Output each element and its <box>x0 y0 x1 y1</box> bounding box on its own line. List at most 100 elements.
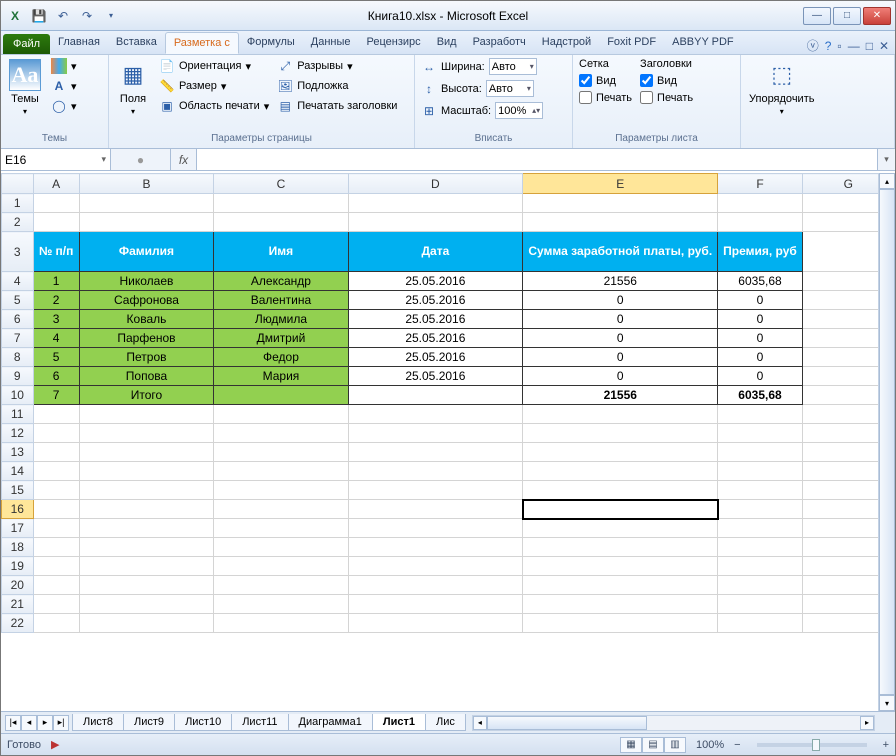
cell[interactable] <box>523 405 718 424</box>
row-header[interactable]: 17 <box>2 519 34 538</box>
cell[interactable] <box>79 213 213 232</box>
cell[interactable] <box>214 405 348 424</box>
cell[interactable] <box>348 500 522 519</box>
cell[interactable] <box>523 443 718 462</box>
cell[interactable]: 21556 <box>523 272 718 291</box>
cell[interactable] <box>33 500 79 519</box>
redo-icon[interactable]: ↷ <box>77 6 97 26</box>
cell[interactable] <box>718 576 802 595</box>
arrange-button[interactable]: ⬚ Упорядочить▾ <box>745 57 818 118</box>
scroll-right-icon[interactable]: ▸ <box>860 716 874 730</box>
cell[interactable]: Дмитрий <box>214 329 348 348</box>
cell[interactable] <box>214 519 348 538</box>
sheet-tab[interactable]: Лист8 <box>72 714 124 731</box>
sheet-tab[interactable]: Лист1 <box>372 714 426 731</box>
cell[interactable] <box>214 595 348 614</box>
tab-nav-prev-icon[interactable]: ◂ <box>21 715 37 731</box>
cell[interactable]: 0 <box>523 329 718 348</box>
cell[interactable]: Людмила <box>214 310 348 329</box>
cell[interactable] <box>523 519 718 538</box>
name-box[interactable]: E16▾ <box>1 149 111 170</box>
cell[interactable]: № п/п <box>33 232 79 272</box>
cell[interactable] <box>718 213 802 232</box>
cell[interactable] <box>523 614 718 633</box>
print-titles-button[interactable]: ▤Печатать заголовки <box>275 97 399 115</box>
cell[interactable] <box>348 443 522 462</box>
zoom-slider[interactable] <box>757 743 867 747</box>
doc-restore-icon[interactable]: □ <box>866 39 873 53</box>
cell[interactable] <box>718 424 802 443</box>
cell[interactable] <box>348 481 522 500</box>
sheet-tab[interactable]: Лист9 <box>123 714 175 731</box>
file-tab[interactable]: Файл <box>3 34 50 54</box>
cell[interactable] <box>348 213 522 232</box>
cell[interactable] <box>523 213 718 232</box>
sheet-tab[interactable]: Лист10 <box>174 714 232 731</box>
row-header[interactable]: 1 <box>2 194 34 213</box>
minimize-button[interactable]: — <box>803 7 831 25</box>
cell[interactable] <box>79 519 213 538</box>
cell[interactable] <box>79 443 213 462</box>
row-header[interactable]: 7 <box>2 329 34 348</box>
cell[interactable] <box>33 213 79 232</box>
scroll-up-icon[interactable]: ▴ <box>879 173 895 189</box>
cell[interactable]: 0 <box>523 367 718 386</box>
cell[interactable]: 2 <box>33 291 79 310</box>
cell[interactable]: 0 <box>718 348 802 367</box>
ribbon-tab-3[interactable]: Формулы <box>239 32 303 54</box>
row-header[interactable]: 15 <box>2 481 34 500</box>
fit-height-combo[interactable]: Авто▾ <box>486 80 534 97</box>
ribbon-tab-1[interactable]: Вставка <box>108 32 165 54</box>
col-header-A[interactable]: A <box>33 174 79 194</box>
cell[interactable] <box>214 424 348 443</box>
row-header[interactable]: 10 <box>2 386 34 405</box>
qat-customize-icon[interactable]: ▾ <box>101 6 121 26</box>
cell[interactable] <box>33 443 79 462</box>
cell[interactable] <box>348 576 522 595</box>
cell[interactable] <box>523 576 718 595</box>
row-header[interactable]: 4 <box>2 272 34 291</box>
vscroll-thumb[interactable] <box>879 189 895 695</box>
macro-record-icon[interactable]: ▶ <box>51 738 59 751</box>
background-button[interactable]: 🖼Подложка <box>275 77 399 95</box>
ribbon-tab-0[interactable]: Главная <box>50 32 108 54</box>
cell[interactable] <box>79 462 213 481</box>
cell[interactable] <box>33 424 79 443</box>
cell[interactable] <box>33 614 79 633</box>
formula-input[interactable] <box>197 149 877 170</box>
theme-fonts-button[interactable]: A▾ <box>49 77 79 95</box>
row-header[interactable]: 18 <box>2 538 34 557</box>
cell[interactable] <box>33 481 79 500</box>
scale-spinner[interactable]: 100%▴▾ <box>495 102 543 119</box>
cell[interactable] <box>79 538 213 557</box>
cell[interactable] <box>718 538 802 557</box>
horizontal-scrollbar[interactable]: ◂ ▸ <box>472 715 875 731</box>
maximize-button[interactable]: □ <box>833 7 861 25</box>
gridlines-view-checkbox[interactable]: Вид <box>577 73 634 88</box>
scroll-left-icon[interactable]: ◂ <box>473 716 487 730</box>
save-icon[interactable]: 💾 <box>29 6 49 26</box>
cell[interactable] <box>348 462 522 481</box>
cell[interactable]: 25.05.2016 <box>348 310 522 329</box>
row-header[interactable]: 20 <box>2 576 34 595</box>
cell[interactable]: 6035,68 <box>718 272 802 291</box>
doc-close-icon[interactable]: ✕ <box>879 39 889 53</box>
cell[interactable] <box>348 194 522 213</box>
cell[interactable] <box>718 557 802 576</box>
cell[interactable] <box>523 595 718 614</box>
cell[interactable] <box>348 614 522 633</box>
cell[interactable]: Сафронова <box>79 291 213 310</box>
col-header-E[interactable]: E <box>523 174 718 194</box>
spreadsheet-grid[interactable]: ABCDEFG123№ п/пФамилияИмяДатаСумма зараб… <box>1 173 895 711</box>
cell[interactable]: 0 <box>523 348 718 367</box>
cell[interactable]: 21556 <box>523 386 718 405</box>
cell[interactable] <box>348 386 522 405</box>
cell[interactable]: 25.05.2016 <box>348 367 522 386</box>
cell[interactable] <box>718 519 802 538</box>
margins-button[interactable]: ▦ Поля▾ <box>113 57 153 118</box>
formula-expand-icon[interactable]: ▾ <box>877 149 895 170</box>
cell[interactable] <box>33 595 79 614</box>
ribbon-tab-8[interactable]: Надстрой <box>534 32 599 54</box>
cell[interactable]: 25.05.2016 <box>348 272 522 291</box>
col-header-B[interactable]: B <box>79 174 213 194</box>
